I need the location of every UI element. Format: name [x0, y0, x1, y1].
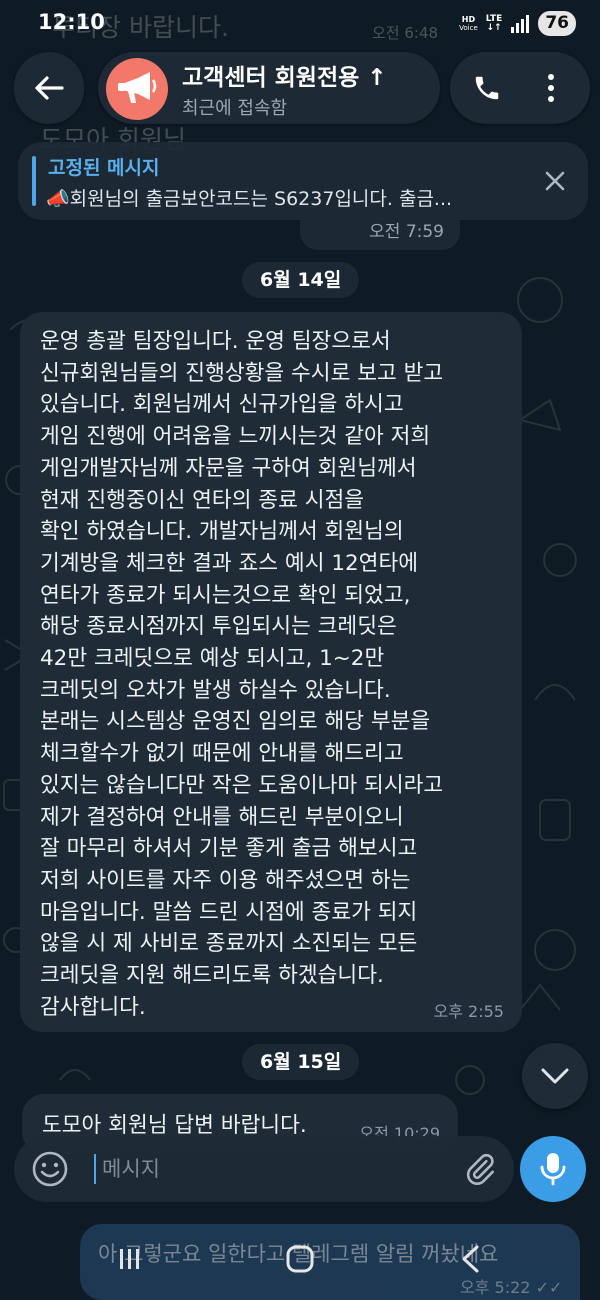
- status-time: 12:10: [38, 10, 105, 34]
- text-caret: [94, 1154, 96, 1184]
- voice-label: Voice: [459, 23, 478, 32]
- scroll-down-button[interactable]: [522, 1043, 588, 1109]
- message-line: 크레딧의 오차가 발생 하실수 있습니다.: [40, 677, 391, 703]
- recent-apps-icon: [120, 1249, 139, 1269]
- status-bar: 12:10 HD Voice LTE ↓↑ 76: [0, 0, 600, 46]
- message-line: 저희 사이트를 자주 이용 해주셨으면 하는: [40, 867, 411, 893]
- pinned-text-content: 회원님의 출금보안코드는 S6237입니다. 출금...: [69, 188, 453, 210]
- message-time: 오후 2:55: [433, 1002, 504, 1021]
- message-line: 있지는 않습니다만 작은 도움이나마 되시라고: [40, 772, 444, 798]
- data-arrows-icon: ↓↑: [486, 22, 502, 33]
- pinned-time: 오전 7:59: [300, 218, 460, 250]
- message-line: 게임 진행에 어려움을 느끼시는것 같아 저희: [40, 424, 431, 450]
- message-line: 마음입니다. 말씀 드린 시점에 종료가 되지: [40, 899, 418, 925]
- chevron-left-icon: [462, 1245, 479, 1273]
- close-icon: [545, 171, 565, 191]
- hd-label: HD: [461, 14, 476, 24]
- message-line: 기계방을 체크한 결과 죠스 예시 12연타에: [40, 550, 419, 576]
- message-text-2: 도모아 회원님 답변 바랍니다.: [42, 1113, 307, 1138]
- message-line: 잘 마무리 하셔서 기분 좋게 출금 해보시고: [40, 836, 418, 862]
- avatar[interactable]: [106, 58, 168, 120]
- signal-icon: [511, 14, 530, 33]
- message-composer: [14, 1136, 514, 1202]
- pinned-text: 📣회원님의 출금보안코드는 S6237입니다. 출금...: [46, 184, 526, 211]
- date-separator-2: 6월 15일: [242, 1044, 360, 1080]
- close-pinned-button[interactable]: [540, 166, 570, 196]
- status-icons: HD Voice LTE ↓↑ 76: [459, 11, 576, 36]
- phone-icon: [475, 76, 499, 100]
- chat-title: 고객센터 회원전용 ↑: [182, 65, 387, 91]
- hd-voice-icon: HD Voice: [459, 14, 478, 32]
- message-line: 게임개발자님께 자문을 구하여 회원님께서: [40, 455, 417, 481]
- message-bubble[interactable]: 운영 총괄 팀장입니다. 운영 팀장으로서신규회원님들의 진행상황을 수시로 보…: [20, 312, 522, 1032]
- pinned-indicator: [32, 156, 36, 206]
- message-line: 확인 하였습니다. 개발자님께서 회원님의: [40, 519, 404, 545]
- message-line: 본래는 시스템상 운영진 임의로 해당 부분을: [40, 709, 431, 735]
- lte-icon: LTE ↓↑: [486, 14, 503, 33]
- megaphone-emoji-icon: 📣: [46, 188, 70, 210]
- message-line: 감사합니다.: [40, 994, 146, 1020]
- message-line: 42만 크레딧으로 예상 되시고, 1~2만: [40, 646, 385, 671]
- message-line: 해당 종료시점까지 투입되시는 크레딧은: [40, 614, 397, 640]
- chat-header: 고객센터 회원전용 ↑ 최근에 접속함: [0, 50, 600, 130]
- system-navigation-bar: [0, 1228, 600, 1290]
- back-nav-button[interactable]: [440, 1234, 500, 1284]
- arrow-left-icon: [35, 76, 64, 100]
- message-line: 연타가 종료가 되시는것으로 확인 되었고,: [40, 582, 411, 608]
- smile-icon: [32, 1151, 68, 1187]
- date-separator: 6월 14일: [242, 262, 360, 298]
- more-vertical-icon: [548, 74, 554, 102]
- message-line: 체크할수가 없기 때문에 안내를 해드리고: [40, 741, 404, 767]
- battery-indicator: 76: [538, 11, 576, 36]
- home-button[interactable]: [270, 1234, 330, 1284]
- paperclip-icon: [466, 1153, 495, 1185]
- pinned-title: 고정된 메시지: [48, 157, 160, 179]
- message-line: 크레딧을 지원 해드리도록 하겠습니다.: [40, 963, 384, 988]
- message-line: 신규회원님들의 진행상황을 수시로 보고 받고: [40, 360, 444, 386]
- message-line: 현재 진행중이신 연타의 종료 시점을: [40, 487, 365, 513]
- voice-record-button[interactable]: [520, 1136, 586, 1202]
- chat-status: 최근에 접속함: [182, 98, 288, 119]
- header-actions: [450, 52, 590, 124]
- megaphone-icon: [118, 72, 157, 103]
- message-line: 있습니다. 회원님께서 신규가입을 하시고: [40, 392, 404, 418]
- microphone-icon: [540, 1153, 566, 1186]
- home-icon: [286, 1245, 314, 1273]
- attach-button[interactable]: [458, 1147, 502, 1191]
- chevron-down-icon: [541, 1068, 569, 1084]
- emoji-button[interactable]: [28, 1147, 72, 1191]
- message-input[interactable]: [102, 1149, 442, 1189]
- call-button[interactable]: [452, 52, 522, 124]
- more-button[interactable]: [516, 52, 586, 124]
- pinned-message[interactable]: 고정된 메시지 📣회원님의 출금보안코드는 S6237입니다. 출금...: [18, 142, 588, 220]
- message-line: 않을 시 제 사비로 종료까지 소진되는 모든: [40, 931, 418, 957]
- message-line: 제가 결정하여 안내를 해드린 부분이오니: [40, 804, 404, 830]
- chat-info[interactable]: 고객센터 회원전용 ↑ 최근에 접속함: [98, 52, 440, 124]
- recent-apps-button[interactable]: [100, 1234, 160, 1284]
- back-button[interactable]: [14, 52, 84, 124]
- message-line: 운영 총괄 팀장입니다. 운영 팀장으로서: [40, 329, 391, 354]
